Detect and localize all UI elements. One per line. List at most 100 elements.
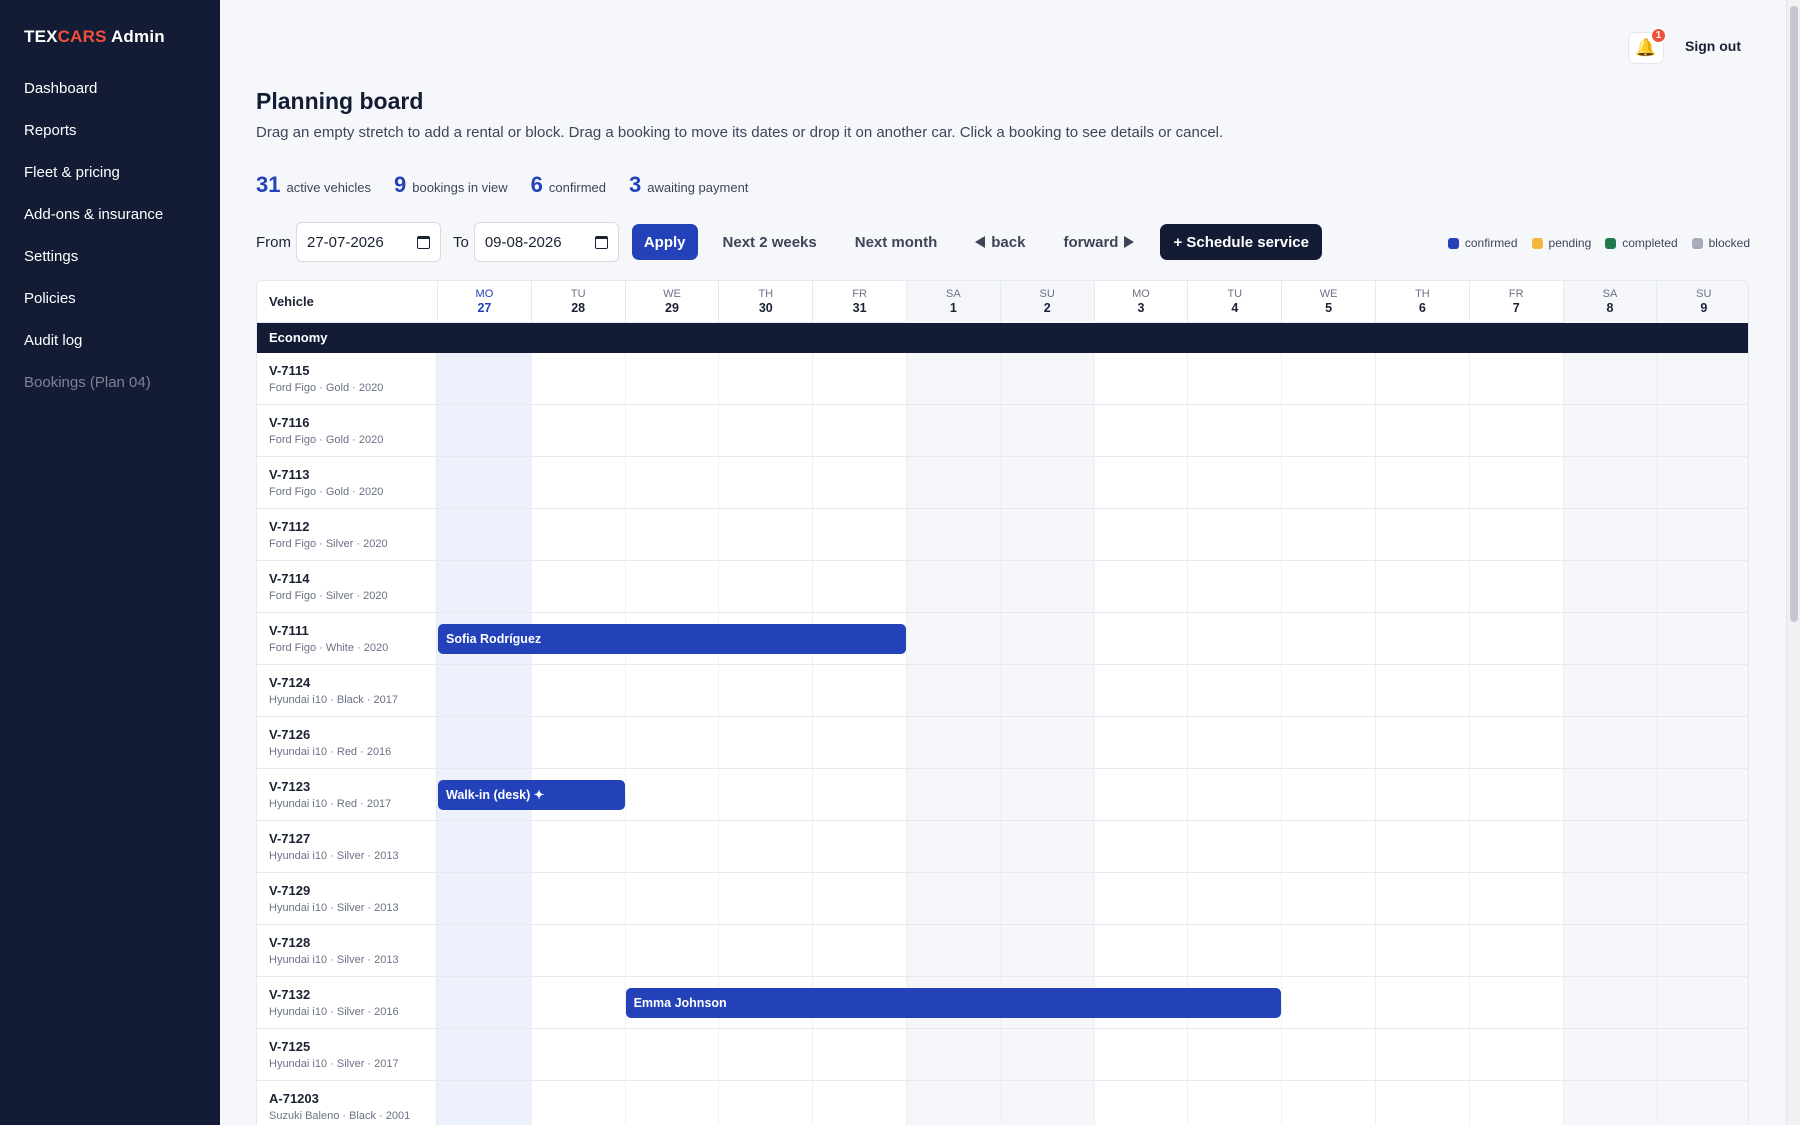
day-cell[interactable] (1562, 613, 1657, 664)
day-cell[interactable] (1468, 769, 1563, 820)
day-cell[interactable] (437, 353, 531, 404)
day-cell[interactable] (1562, 665, 1657, 716)
day-cell[interactable] (1375, 353, 1469, 404)
day-cell[interactable] (1562, 457, 1657, 508)
day-cell[interactable] (1656, 1029, 1748, 1080)
day-cell[interactable] (718, 561, 812, 612)
calendar-icon[interactable] (417, 235, 430, 249)
day-cell[interactable] (1093, 561, 1188, 612)
day-cell[interactable] (718, 717, 812, 768)
day-cell[interactable] (437, 821, 531, 872)
next-month-button[interactable]: Next month (843, 224, 950, 260)
vehicle-info[interactable]: V-7111 Ford Figo · White · 2020 (257, 613, 437, 664)
day-cell[interactable] (624, 405, 719, 456)
day-cell[interactable] (1187, 405, 1281, 456)
day-cell[interactable] (1375, 717, 1469, 768)
day-cell[interactable] (530, 509, 625, 560)
day-cell[interactable] (1093, 405, 1188, 456)
day-cell[interactable] (1562, 821, 1657, 872)
day-cell[interactable] (906, 1029, 1000, 1080)
day-cell[interactable] (1656, 1081, 1748, 1125)
day-cell[interactable] (1562, 717, 1657, 768)
day-cell[interactable] (1187, 457, 1281, 508)
day-cell[interactable] (1281, 925, 1375, 976)
day-cell[interactable] (530, 457, 625, 508)
day-cell[interactable] (1093, 1029, 1188, 1080)
day-cell[interactable] (1468, 821, 1563, 872)
calendar-icon[interactable] (594, 235, 608, 249)
day-cell[interactable] (437, 873, 531, 924)
day-cell[interactable] (1656, 613, 1748, 664)
sign-out-button[interactable]: Sign out (1685, 38, 1741, 54)
day-cell[interactable] (906, 821, 1000, 872)
day-cell[interactable] (1093, 613, 1188, 664)
day-cell[interactable] (1375, 1029, 1469, 1080)
page-scrollbar[interactable] (1786, 0, 1800, 1125)
day-cell[interactable] (1375, 1081, 1469, 1125)
day-cell[interactable] (906, 405, 1000, 456)
day-cell[interactable] (530, 665, 625, 716)
day-cell[interactable] (718, 457, 812, 508)
day-cell[interactable] (1187, 561, 1281, 612)
vehicle-info[interactable]: V-7129 Hyundai i10 · Silver · 2013 (257, 873, 437, 924)
day-cell[interactable] (1093, 509, 1188, 560)
sidebar-item-dashboard[interactable]: Dashboard (0, 68, 220, 110)
day-cell[interactable] (1468, 457, 1563, 508)
apply-button[interactable]: Apply (631, 224, 698, 260)
day-cell[interactable] (1281, 613, 1375, 664)
day-cell[interactable] (718, 925, 812, 976)
day-cell[interactable] (1093, 769, 1188, 820)
day-cell[interactable] (999, 561, 1094, 612)
day-cell[interactable] (1468, 665, 1563, 716)
day-cell[interactable] (718, 665, 812, 716)
day-cell[interactable] (437, 457, 531, 508)
day-cell[interactable] (906, 509, 1000, 560)
day-cell[interactable] (624, 1081, 719, 1125)
day-cell[interactable] (530, 717, 625, 768)
day-cell[interactable] (1375, 405, 1469, 456)
day-cell[interactable] (1562, 405, 1657, 456)
day-cell[interactable] (1281, 977, 1375, 1028)
day-cell[interactable] (1656, 665, 1748, 716)
day-cell[interactable] (1468, 613, 1563, 664)
day-cell[interactable] (718, 821, 812, 872)
day-cell[interactable] (718, 769, 812, 820)
day-cell[interactable] (1093, 1081, 1188, 1125)
day-cell[interactable] (999, 717, 1094, 768)
day-cell[interactable] (437, 405, 531, 456)
booking-bar[interactable]: Emma Johnson (625, 988, 1282, 1018)
day-cell[interactable] (718, 1029, 812, 1080)
day-cell[interactable] (1562, 561, 1657, 612)
day-cell[interactable] (906, 353, 1000, 404)
vehicle-info[interactable]: V-7114 Ford Figo · Silver · 2020 (257, 561, 437, 612)
day-cell[interactable] (624, 509, 719, 560)
day-cell[interactable] (906, 717, 1000, 768)
day-cell[interactable] (1281, 353, 1375, 404)
day-cell[interactable] (906, 613, 1000, 664)
booking-bar[interactable]: Sofia Rodríguez (438, 624, 906, 654)
from-date-input[interactable]: 27-07-2026 (296, 222, 441, 262)
day-cell[interactable] (718, 353, 812, 404)
day-cell[interactable] (1187, 1029, 1281, 1080)
day-cell[interactable] (1468, 509, 1563, 560)
next-2-weeks-button[interactable]: Next 2 weeks (711, 224, 829, 260)
day-cell[interactable] (1562, 925, 1657, 976)
brand-logo[interactable]: TEXCARS Admin (24, 27, 165, 47)
day-cell[interactable] (1468, 561, 1563, 612)
vehicle-info[interactable]: V-7132 Hyundai i10 · Silver · 2016 (257, 977, 437, 1028)
day-cell[interactable] (1656, 405, 1748, 456)
day-cell[interactable] (437, 1081, 531, 1125)
day-cell[interactable] (1281, 665, 1375, 716)
day-cell[interactable] (1093, 873, 1188, 924)
day-cell[interactable] (1656, 925, 1748, 976)
day-cell[interactable] (1281, 769, 1375, 820)
day-cell[interactable] (1468, 977, 1563, 1028)
day-cell[interactable] (1375, 977, 1469, 1028)
day-cell[interactable] (906, 925, 1000, 976)
day-cell[interactable] (1281, 509, 1375, 560)
day-cell[interactable] (1187, 1081, 1281, 1125)
day-cell[interactable] (1375, 769, 1469, 820)
sidebar-item-audit-log[interactable]: Audit log (0, 320, 220, 362)
day-cell[interactable] (624, 821, 719, 872)
day-cell[interactable] (999, 405, 1094, 456)
